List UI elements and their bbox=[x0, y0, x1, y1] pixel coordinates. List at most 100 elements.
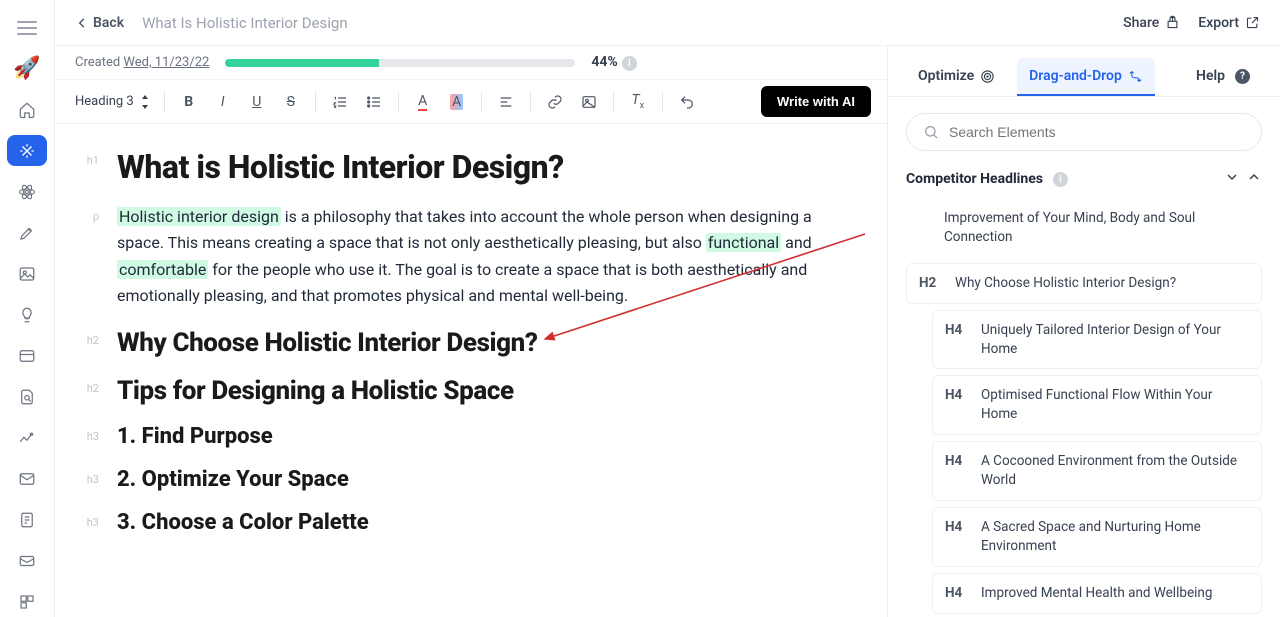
info-icon[interactable]: i bbox=[1053, 172, 1068, 187]
highlight-button[interactable]: A bbox=[443, 88, 471, 116]
toolbar: Heading 3 B I U S A A bbox=[55, 80, 887, 124]
text-color-button[interactable]: A bbox=[409, 88, 437, 116]
nav-docsearch-icon[interactable] bbox=[7, 381, 47, 412]
logo-rocket-icon[interactable]: 🚀 bbox=[7, 53, 47, 84]
doc-h1[interactable]: What is Holistic Interior Design? bbox=[117, 148, 564, 186]
target-icon bbox=[980, 69, 995, 84]
menu-toggle-icon[interactable] bbox=[7, 12, 47, 43]
headline-text: Improvement of Your Mind, Body and Soul … bbox=[944, 209, 1250, 247]
nav-editor-icon[interactable] bbox=[7, 135, 47, 166]
right-tabs: Optimize Drag-and-Drop Help ? bbox=[888, 46, 1280, 97]
branch-icon bbox=[1128, 69, 1143, 84]
tab-drag-drop[interactable]: Drag-and-Drop bbox=[1017, 58, 1155, 96]
chevron-up-icon[interactable] bbox=[1246, 169, 1262, 189]
search-input[interactable] bbox=[949, 124, 1245, 140]
headline-item[interactable]: H4 A Sacred Space and Nurturing Home Envi… bbox=[932, 507, 1262, 567]
headline-text: Uniquely Tailored Interior Design of You… bbox=[981, 321, 1249, 359]
nav-analytics-icon[interactable] bbox=[7, 422, 47, 453]
align-button[interactable] bbox=[492, 88, 520, 116]
chevron-down-icon[interactable] bbox=[1224, 169, 1240, 189]
underline-button[interactable]: U bbox=[243, 88, 271, 116]
info-icon[interactable]: i bbox=[622, 56, 637, 71]
strike-button[interactable]: S bbox=[277, 88, 305, 116]
nav-card-icon[interactable] bbox=[7, 340, 47, 371]
doc-h2[interactable]: Tips for Designing a Holistic Space bbox=[117, 376, 514, 406]
undo-button[interactable] bbox=[673, 88, 701, 116]
headline-level: H4 bbox=[945, 321, 969, 340]
unordered-list-button[interactable] bbox=[360, 88, 388, 116]
external-link-icon bbox=[1245, 15, 1260, 30]
doc-h3[interactable]: 3. Choose a Color Palette bbox=[117, 510, 369, 535]
progress-pct-wrap: 44% i bbox=[591, 54, 636, 71]
nav-mail-icon[interactable] bbox=[7, 463, 47, 494]
doc-h2[interactable]: Why Choose Holistic Interior Design? bbox=[117, 328, 538, 358]
search-icon bbox=[923, 124, 939, 140]
heading-select-label: Heading 3 bbox=[75, 94, 134, 109]
nav-home-icon[interactable] bbox=[7, 94, 47, 125]
headline-item[interactable]: H2Why Choose Holistic Interior Design? bbox=[906, 263, 1262, 304]
headline-item[interactable]: H4 Optimised Functional Flow Within Your … bbox=[932, 375, 1262, 435]
back-label: Back bbox=[93, 15, 124, 31]
tag-h3: h3 bbox=[75, 510, 99, 535]
progress-fill bbox=[225, 59, 379, 67]
italic-button[interactable]: I bbox=[209, 88, 237, 116]
headline-item[interactable]: H4 Uniquely Tailored Interior Design of Y… bbox=[932, 310, 1262, 370]
right-panel: Optimize Drag-and-Drop Help ? bbox=[888, 46, 1280, 617]
doc-h3[interactable]: 1. Find Purpose bbox=[117, 424, 273, 449]
competitor-headlines-header: Competitor Headlines i bbox=[906, 169, 1262, 189]
tag-h1: h1 bbox=[75, 148, 99, 186]
tab-optimize[interactable]: Optimize bbox=[906, 58, 1007, 96]
progress-bar bbox=[225, 59, 575, 67]
bold-button[interactable]: B bbox=[175, 88, 203, 116]
write-ai-button[interactable]: Write with AI bbox=[761, 86, 871, 117]
export-button[interactable]: Export bbox=[1198, 15, 1260, 31]
headline-text: A Sacred Space and Nurturing Home Enviro… bbox=[981, 518, 1249, 556]
headline-text: Why Choose Holistic Interior Design? bbox=[955, 274, 1176, 293]
headline-text: A Cocooned Environment from the Outside … bbox=[981, 452, 1249, 490]
separator bbox=[662, 91, 663, 113]
term-highlight: comfortable bbox=[117, 260, 208, 279]
separator bbox=[530, 91, 531, 113]
created-label: Created Wed, 11/23/22 bbox=[75, 55, 209, 70]
share-label: Share bbox=[1123, 15, 1159, 31]
export-label: Export bbox=[1198, 15, 1239, 31]
term-highlight: functional bbox=[706, 233, 781, 252]
separator bbox=[481, 91, 482, 113]
headline-item[interactable]: Improvement of Your Mind, Body and Soul … bbox=[932, 199, 1262, 257]
tab-help[interactable]: Help ? bbox=[1184, 58, 1262, 96]
separator bbox=[613, 91, 614, 113]
nav-image-icon[interactable] bbox=[7, 258, 47, 289]
nav-bulb-icon[interactable] bbox=[7, 299, 47, 330]
link-button[interactable] bbox=[541, 88, 569, 116]
tag-h2: h2 bbox=[75, 328, 99, 358]
nav-report-icon[interactable] bbox=[7, 504, 47, 535]
headline-item[interactable]: H4A Cocooned Environment from the Outsid… bbox=[932, 441, 1262, 501]
progress-pct: 44% bbox=[591, 54, 617, 70]
share-button[interactable]: Share bbox=[1123, 15, 1180, 31]
heading-select[interactable]: Heading 3 bbox=[71, 94, 154, 109]
back-button[interactable]: Back bbox=[75, 15, 124, 31]
ordered-list-button[interactable] bbox=[326, 88, 354, 116]
nav-extra-icon[interactable] bbox=[7, 586, 47, 617]
nav-atom-icon[interactable] bbox=[7, 176, 47, 207]
image-button[interactable] bbox=[575, 88, 603, 116]
doc-h3[interactable]: 2. Optimize Your Space bbox=[117, 467, 349, 492]
clear-format-button[interactable]: Tx bbox=[624, 88, 652, 116]
nav-write-icon[interactable] bbox=[7, 217, 47, 248]
nav-send-icon[interactable] bbox=[7, 545, 47, 576]
topbar: Back What Is Holistic Interior Design Sh… bbox=[55, 0, 1280, 46]
search-elements[interactable] bbox=[906, 113, 1262, 151]
headline-level: H4 bbox=[945, 584, 969, 603]
doc-paragraph[interactable]: Holistic interior design is a philosophy… bbox=[117, 204, 817, 310]
tag-h3: h3 bbox=[75, 467, 99, 492]
headline-level: H4 bbox=[945, 386, 969, 405]
headline-level: H4 bbox=[945, 518, 969, 537]
headline-text: Optimised Functional Flow Within Your Ho… bbox=[981, 386, 1249, 424]
created-date[interactable]: Wed, 11/23/22 bbox=[123, 55, 209, 70]
share-icon bbox=[1165, 15, 1180, 30]
document-body[interactable]: h1 What is Holistic Interior Design? p H… bbox=[55, 124, 887, 617]
headline-list: Improvement of Your Mind, Body and Soul … bbox=[906, 199, 1262, 617]
tag-p: p bbox=[75, 204, 99, 310]
headline-item[interactable]: H4Improved Mental Health and Wellbeing bbox=[932, 573, 1262, 614]
tag-h2: h2 bbox=[75, 376, 99, 406]
